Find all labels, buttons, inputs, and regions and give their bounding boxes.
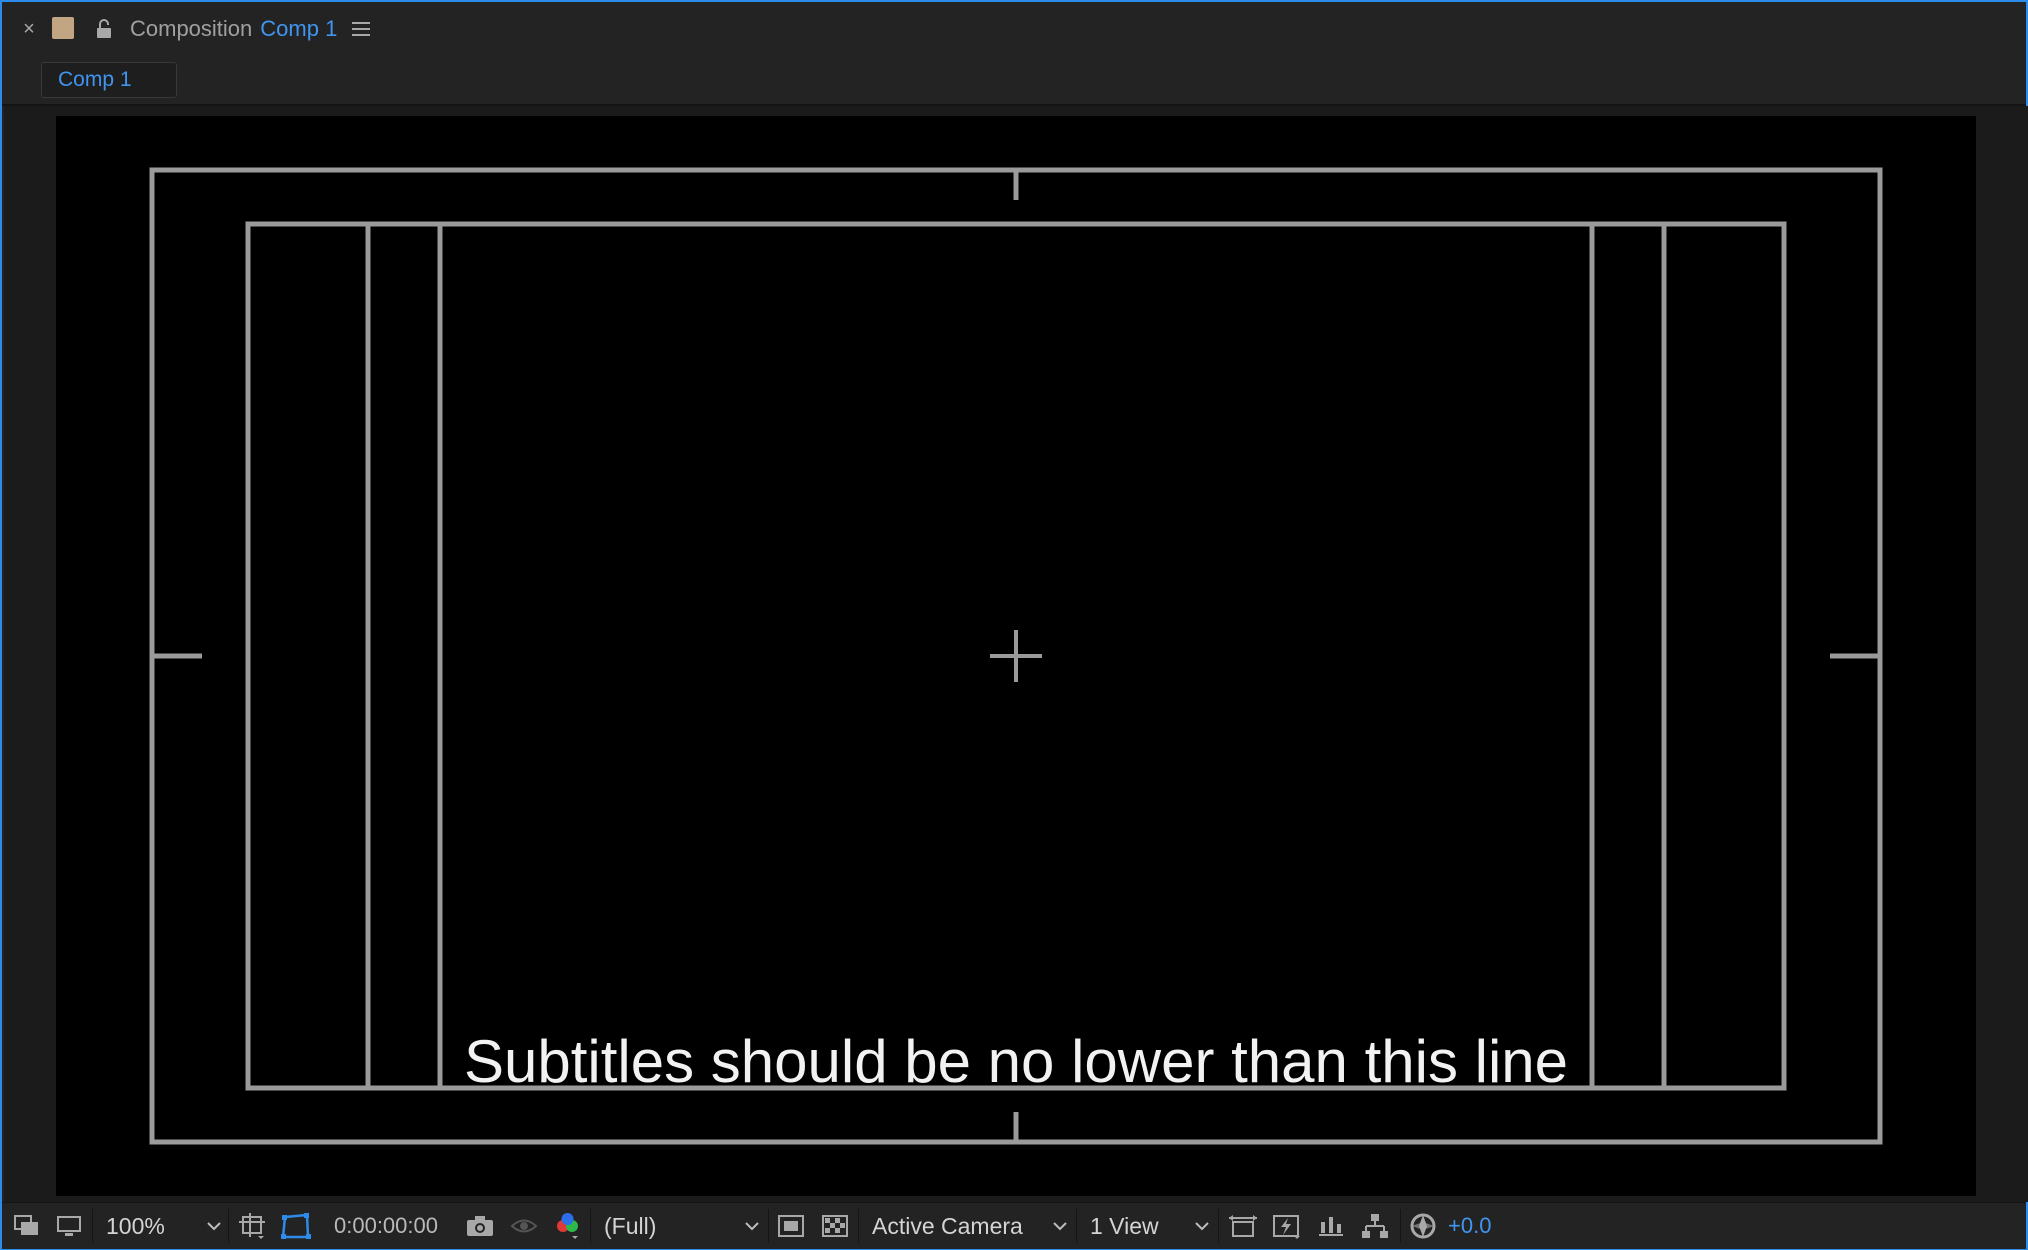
exposure-reset-icon	[1410, 1213, 1436, 1239]
zoom-dropdown[interactable]: 100%	[94, 1207, 226, 1245]
fast-preview-icon	[1273, 1215, 1300, 1239]
toolbar-divider	[1076, 1209, 1077, 1243]
toolbar-divider	[1218, 1209, 1219, 1243]
comp-label-color-swatch[interactable]	[52, 17, 74, 39]
camera-view-value: Active Camera	[872, 1212, 1023, 1239]
current-time-display[interactable]: 0:00:00:00	[334, 1203, 438, 1249]
reset-exposure-button[interactable]	[1404, 1203, 1442, 1249]
view-layout-dropdown[interactable]: 1 View	[1078, 1207, 1214, 1245]
panel-title-prefix: Composition	[130, 16, 253, 41]
resolution-value: (Full)	[604, 1212, 657, 1239]
region-of-interest-icon	[239, 1213, 265, 1239]
toolbar-divider	[768, 1209, 769, 1243]
toolbar-divider	[858, 1209, 859, 1243]
monitor-button[interactable]	[52, 1203, 86, 1249]
chevron-down-icon	[1048, 1221, 1072, 1231]
transparency-checker-button[interactable]	[816, 1203, 854, 1249]
monitor-icon	[57, 1216, 81, 1236]
close-panel-button[interactable]: ×	[18, 2, 40, 56]
checkerboard-icon	[822, 1215, 848, 1237]
always-preview-icon	[14, 1215, 38, 1235]
snapshot-camera-icon	[467, 1216, 493, 1236]
toggle-mask-visibility-button[interactable]	[772, 1203, 810, 1249]
toolbar-divider	[92, 1209, 93, 1243]
composition-canvas[interactable]: Subtitles should be no lower than this l…	[56, 116, 1976, 1196]
always-preview-button[interactable]	[10, 1203, 44, 1249]
composition-panel: × Composition Comp 1 Comp 1 Subtitles sh…	[0, 0, 2028, 1250]
panel-title-comp-name[interactable]: Comp 1	[260, 16, 337, 42]
region-of-interest-button[interactable]	[234, 1203, 270, 1249]
subtitle-note-text: Subtitles should be no lower than this l…	[463, 1028, 1569, 1095]
color-channels-icon	[557, 1213, 578, 1239]
chevron-down-icon	[740, 1221, 764, 1231]
panel-header: × Composition Comp 1	[2, 2, 2026, 56]
exposure-value[interactable]: +0.0	[1448, 1203, 1491, 1249]
toolbar-divider	[228, 1209, 229, 1243]
color-channels-button[interactable]	[550, 1203, 586, 1249]
timeline-icon	[1319, 1217, 1343, 1236]
toggle-mask-icon	[778, 1215, 804, 1237]
camera-view-dropdown[interactable]: Active Camera	[860, 1207, 1072, 1245]
zoom-value: 100%	[106, 1212, 165, 1239]
lock-icon[interactable]	[92, 2, 116, 56]
transparency-grid-icon	[281, 1213, 311, 1239]
timeline-button[interactable]	[1312, 1203, 1350, 1249]
comp-tab-bar: Comp 1	[2, 56, 2026, 106]
show-snapshot-button[interactable]	[506, 1203, 542, 1249]
resolution-dropdown[interactable]: (Full)	[592, 1207, 764, 1245]
chevron-down-icon	[202, 1221, 226, 1231]
comp-flowchart-button[interactable]	[1356, 1203, 1394, 1249]
flowchart-icon	[1362, 1214, 1388, 1238]
pixel-aspect-ratio-button[interactable]	[1224, 1203, 1262, 1249]
tab-comp-1[interactable]: Comp 1	[41, 62, 177, 98]
transparency-grid-button[interactable]	[278, 1203, 314, 1249]
pixel-aspect-ratio-icon	[1229, 1215, 1257, 1237]
panel-menu-icon[interactable]	[348, 2, 374, 56]
toolbar-divider	[590, 1209, 591, 1243]
viewer-toolbar: 100% 0:00:00:00 (Full) Active Camera 1 V…	[2, 1202, 2026, 1249]
toolbar-divider	[1400, 1209, 1401, 1243]
chevron-down-icon	[1190, 1221, 1214, 1231]
composition-viewer[interactable]: Subtitles should be no lower than this l…	[4, 106, 2028, 1202]
fast-preview-button[interactable]	[1268, 1203, 1306, 1249]
view-layout-value: 1 View	[1090, 1212, 1159, 1239]
panel-title: Composition Comp 1	[130, 2, 337, 56]
show-snapshot-icon	[510, 1219, 538, 1233]
take-snapshot-button[interactable]	[462, 1203, 498, 1249]
close-icon: ×	[23, 17, 35, 40]
